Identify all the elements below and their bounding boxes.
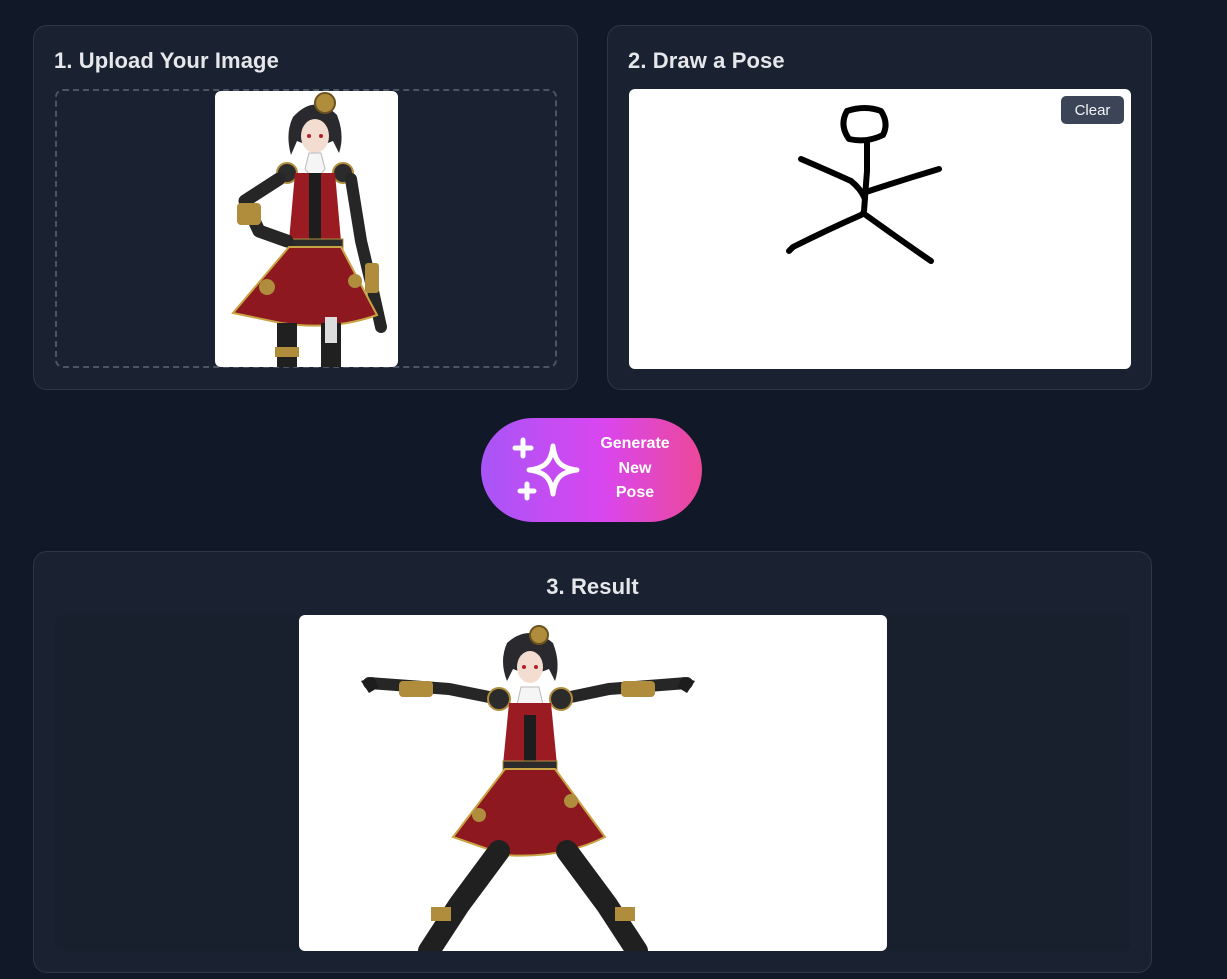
generate-button-label: Generate New Pose bbox=[593, 432, 677, 506]
generate-label-line-3: Pose bbox=[615, 484, 655, 501]
generate-label-line-2: New bbox=[618, 459, 652, 477]
result-panel: 3. Result bbox=[33, 551, 1152, 973]
uploaded-image bbox=[215, 91, 398, 367]
result-area bbox=[55, 615, 1131, 951]
stick-figure-drawing bbox=[786, 105, 942, 264]
sparkle-icon bbox=[512, 437, 580, 501]
upload-title: 1. Upload Your Image bbox=[54, 48, 279, 73]
pose-panel: 2. Draw a Pose Clear bbox=[607, 25, 1152, 390]
upload-panel: 1. Upload Your Image bbox=[33, 25, 578, 390]
character-figure-standing bbox=[231, 92, 387, 367]
pose-title: 2. Draw a Pose bbox=[628, 48, 785, 73]
generate-label-line-1: Generate bbox=[600, 435, 670, 452]
clear-button[interactable]: Clear bbox=[1061, 96, 1124, 124]
character-figure-posed bbox=[361, 625, 695, 951]
result-image bbox=[299, 615, 887, 951]
result-title: 3. Result bbox=[546, 574, 639, 599]
image-dropzone[interactable] bbox=[55, 89, 557, 368]
generate-new-pose-button[interactable]: Generate New Pose bbox=[481, 418, 702, 522]
pose-drawing-canvas[interactable]: Clear bbox=[629, 89, 1131, 369]
